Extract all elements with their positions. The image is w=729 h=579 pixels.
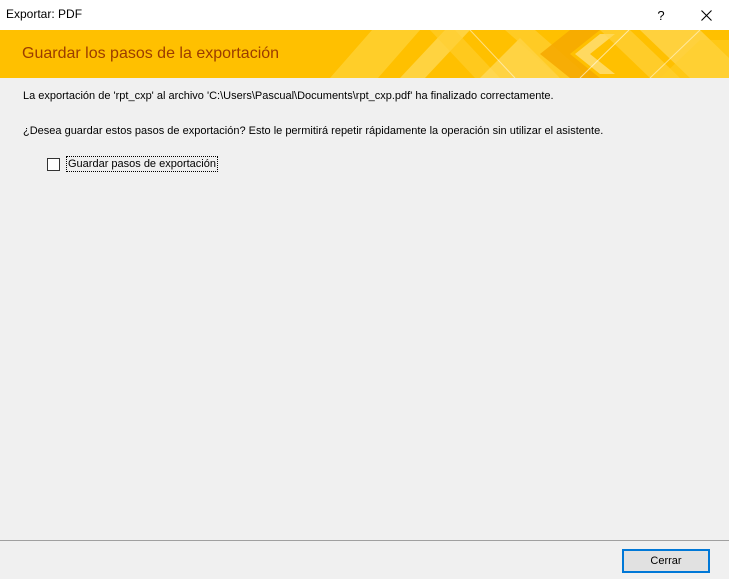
close-icon <box>700 9 712 21</box>
help-button[interactable]: ? <box>638 0 684 30</box>
title-bar[interactable]: Exportar: PDF ? <box>0 0 729 30</box>
help-icon: ? <box>657 7 665 23</box>
footer-divider <box>0 540 729 541</box>
success-message: La exportación de 'rpt_cxp' al archivo '… <box>23 90 554 102</box>
close-button[interactable]: Cerrar <box>622 549 710 573</box>
save-steps-label[interactable]: Guardar pasos de exportación <box>66 156 218 172</box>
banner-title: Guardar los pasos de la exportación <box>22 45 280 62</box>
header-banner: Guardar los pasos de la exportación <box>0 30 729 78</box>
close-button-label: Cerrar <box>650 555 682 567</box>
save-steps-option[interactable]: Guardar pasos de exportación <box>47 156 218 172</box>
export-dialog: Exportar: PDF ? Guardar los pasos de la … <box>0 0 729 579</box>
save-steps-checkbox[interactable] <box>47 157 60 171</box>
close-window-button[interactable] <box>683 0 729 30</box>
window-title: Exportar: PDF <box>6 7 83 21</box>
save-question: ¿Desea guardar estos pasos de exportació… <box>23 125 604 137</box>
